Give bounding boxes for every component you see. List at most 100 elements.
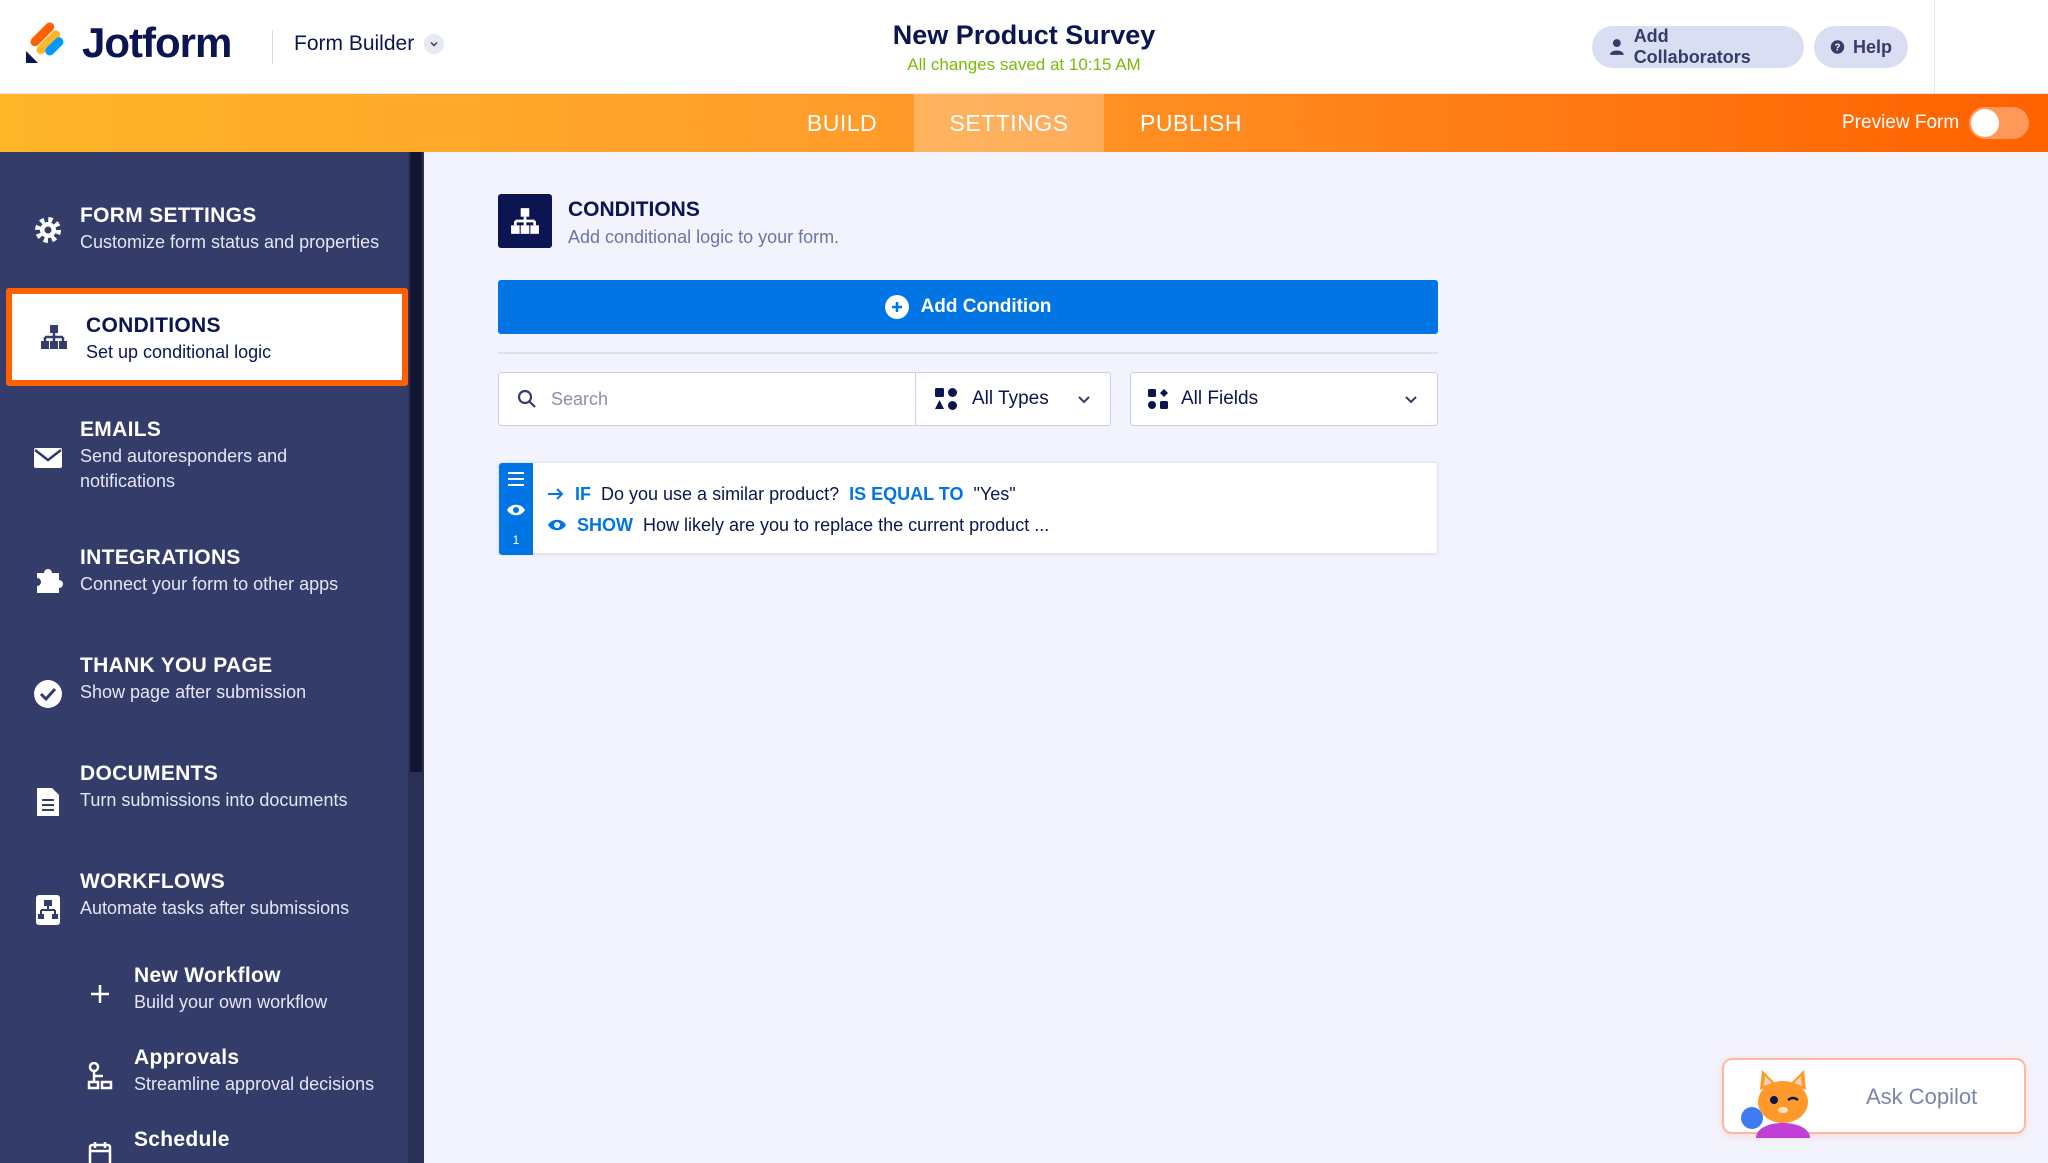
sidebar-item-emails[interactable]: EMAILS Send autoresponders and notificat… — [0, 410, 408, 510]
chevron-down-icon — [1405, 396, 1417, 404]
sidebar-item-title: THANK YOU PAGE — [80, 654, 273, 677]
chevron-down-icon — [424, 34, 445, 54]
copilot-cat-avatar — [1738, 1068, 1828, 1138]
check-circle-icon — [32, 678, 64, 710]
sidebar-item-integrations[interactable]: INTEGRATIONS Connect your form to other … — [0, 540, 408, 620]
sidebar-subitem-new-workflow[interactable]: New Workflow Build your own workflow — [0, 960, 408, 1030]
header-separator — [1934, 0, 1935, 94]
fields-grid-icon — [1148, 389, 1168, 409]
all-types-label: All Types — [972, 388, 1049, 409]
help-label: Help — [1852, 36, 1892, 57]
preview-form-label: Preview Form — [1842, 112, 1960, 133]
if-field: Do you use a similar product? — [601, 483, 840, 504]
ask-copilot-label: Ask Copilot — [1866, 1084, 1978, 1109]
sidebar-item-title: FORM SETTINGS — [80, 204, 257, 227]
sidebar-subitem-title: Schedule — [134, 1128, 230, 1151]
sidebar-item-form-settings[interactable]: FORM SETTINGS Customize form status and … — [0, 190, 408, 270]
sidebar-scrollbar-thumb[interactable] — [410, 152, 422, 772]
sidebar-item-subtitle: Send autoresponders and notifications — [80, 446, 288, 491]
condition-type-strip: 1 — [499, 463, 533, 555]
sidebar-subitem-subtitle: Streamline approval decisions — [134, 1074, 375, 1094]
top-header: Jotform Form Builder New Product Survey … — [0, 0, 2048, 94]
workflow-icon — [32, 894, 64, 926]
types-grid-icon — [935, 388, 957, 410]
sidebar-subitem-approvals[interactable]: Approvals Streamline approval decisions — [0, 1044, 408, 1114]
condition-number: 1 — [512, 533, 520, 547]
condition-card[interactable]: 1 IF Do you use a similar product? IS EQ… — [498, 462, 1438, 555]
operator: IS EQUAL TO — [849, 483, 964, 504]
toggle-knob — [1971, 109, 2000, 137]
puzzle-icon — [32, 564, 64, 596]
action-target: How likely are you to replace the curren… — [643, 514, 1050, 535]
ask-copilot-button[interactable]: Ask Copilot — [1722, 1058, 2026, 1138]
sidebar-item-conditions[interactable]: CONDITIONS Set up conditional logic — [6, 288, 408, 386]
help-button[interactable]: ? Help — [1814, 26, 1908, 68]
svg-text:?: ? — [1835, 43, 1841, 54]
sidebar-subitem-schedule[interactable]: Schedule — [0, 1126, 408, 1163]
envelope-icon — [32, 442, 64, 474]
approval-icon — [84, 1060, 116, 1092]
sidebar-item-subtitle: Show page after submission — [80, 682, 307, 702]
tab-settings[interactable]: SETTINGS — [914, 94, 1104, 152]
header-divider — [272, 30, 273, 64]
preview-form-toggle[interactable] — [1969, 107, 2030, 139]
tab-build[interactable]: BUILD — [786, 94, 898, 152]
condition-action-line: SHOW How likely are you to replace the c… — [547, 512, 1049, 538]
section-title: CONDITIONS — [568, 198, 700, 221]
form-builder-label: Form Builder — [294, 32, 415, 55]
search-placeholder: Search — [551, 388, 609, 409]
condition-value: "Yes" — [973, 483, 1016, 504]
sidebar-subitem-title: Approvals — [134, 1046, 240, 1069]
sidebar-item-title: INTEGRATIONS — [80, 546, 241, 569]
condition-search-input[interactable]: Search — [498, 372, 916, 426]
main-tabs-bar: BUILD SETTINGS PUBLISH Preview Form — [0, 94, 2048, 152]
all-fields-label: All Fields — [1181, 388, 1259, 409]
conditions-icon — [38, 321, 70, 353]
plus-circle-icon — [884, 295, 909, 319]
calendar-icon — [84, 1138, 116, 1163]
section-divider — [498, 352, 1438, 354]
add-collaborators-button[interactable]: Add Collaborators — [1592, 26, 1804, 68]
arrow-right-icon — [548, 488, 564, 500]
add-collaborators-label: Add Collaborators — [1633, 26, 1751, 67]
sidebar-item-subtitle: Set up conditional logic — [86, 342, 272, 362]
all-fields-dropdown[interactable]: All Fields — [1130, 372, 1438, 426]
user-icon — [1609, 39, 1624, 55]
sidebar-item-thank-you-page[interactable]: THANK YOU PAGE Show page after submissio… — [0, 648, 408, 728]
gear-icon — [32, 214, 64, 246]
add-condition-label: Add Condition — [920, 296, 1052, 317]
drag-handle-icon[interactable] — [507, 471, 525, 487]
sidebar-item-title: WORKFLOWS — [80, 870, 226, 893]
document-icon — [32, 786, 64, 818]
sidebar-subitem-subtitle: Build your own workflow — [134, 992, 328, 1012]
save-status: All changes saved at 10:15 AM — [907, 55, 1141, 74]
sidebar-item-title: DOCUMENTS — [80, 762, 219, 785]
sidebar-item-title: EMAILS — [80, 418, 162, 441]
section-subtitle: Add conditional logic to your form. — [568, 227, 840, 247]
eye-icon — [507, 504, 525, 516]
form-title-area: New Product Survey All changes saved at … — [824, 20, 1224, 75]
sidebar-item-subtitle: Automate tasks after submissions — [80, 898, 350, 918]
sidebar-item-subtitle: Connect your form to other apps — [80, 574, 339, 594]
form-builder-dropdown[interactable]: Form Builder — [294, 32, 445, 56]
sidebar-item-subtitle: Customize form status and properties — [80, 232, 380, 252]
eye-icon — [548, 519, 566, 531]
form-title[interactable]: New Product Survey — [824, 20, 1224, 51]
preview-form-control: Preview Form — [1842, 94, 2030, 152]
jotform-logo[interactable]: Jotform — [24, 19, 232, 66]
jotform-logo-icon — [24, 21, 68, 65]
conditions-section-icon — [498, 194, 552, 248]
action-keyword: SHOW — [577, 514, 633, 535]
tab-publish[interactable]: PUBLISH — [1104, 94, 1278, 152]
add-condition-button[interactable]: Add Condition — [498, 280, 1438, 334]
chevron-down-icon — [1078, 396, 1090, 404]
sidebar-item-title: CONDITIONS — [86, 314, 221, 337]
logo-text: Jotform — [82, 19, 232, 66]
sidebar-item-subtitle: Turn submissions into documents — [80, 790, 348, 810]
search-icon — [517, 389, 536, 408]
all-types-dropdown[interactable]: All Types — [915, 372, 1111, 426]
condition-if-line: IF Do you use a similar product? IS EQUA… — [547, 481, 1016, 507]
sidebar-item-workflows[interactable]: WORKFLOWS Automate tasks after submissio… — [0, 864, 408, 944]
sidebar-subitem-title: New Workflow — [134, 964, 281, 987]
sidebar-item-documents[interactable]: DOCUMENTS Turn submissions into document… — [0, 756, 408, 836]
